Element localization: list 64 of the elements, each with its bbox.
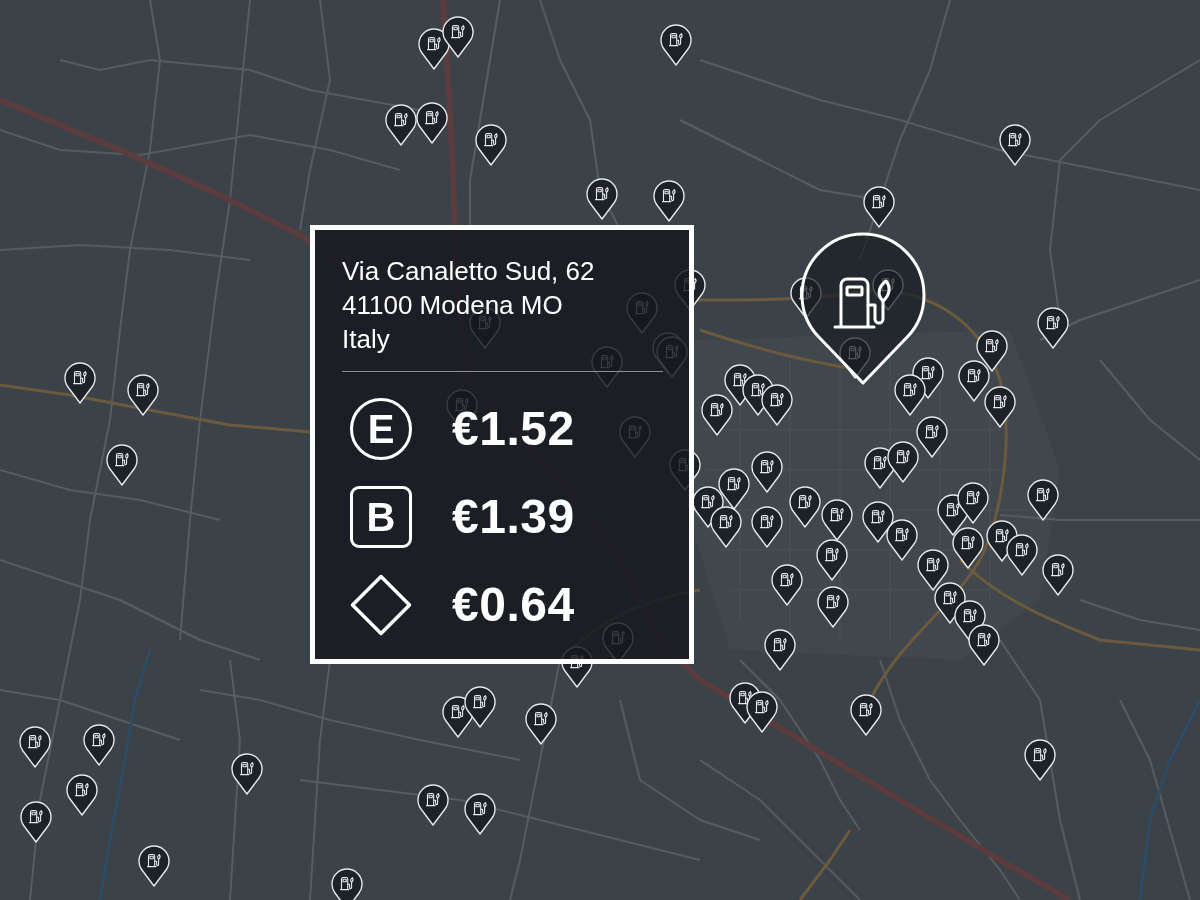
fuel-pin-icon[interactable]: [951, 527, 985, 570]
fuel-pin-icon[interactable]: [763, 629, 797, 672]
fuel-pin-icon[interactable]: [65, 774, 99, 817]
fuel-pin-icon[interactable]: [956, 482, 990, 525]
fuel-pin-icon[interactable]: [750, 451, 784, 494]
fuel-pin-icon[interactable]: [105, 444, 139, 487]
fuel-pin-icon[interactable]: [998, 124, 1032, 167]
fuel-pin-icon[interactable]: [815, 539, 849, 582]
fuel-pin-icon[interactable]: [137, 845, 171, 888]
fuel-pin-icon[interactable]: [798, 231, 928, 386]
fuel-pin-icon[interactable]: [967, 624, 1001, 667]
fuel-pin-icon[interactable]: [415, 102, 449, 145]
fuel-pin-icon[interactable]: [384, 104, 418, 147]
fuel-pin-icon[interactable]: [126, 374, 160, 417]
fuel-pin-icon[interactable]: [659, 24, 693, 67]
diamond-icon: [350, 574, 412, 636]
fuel-pin-icon[interactable]: [18, 726, 52, 769]
fuel-pin-icon[interactable]: [886, 441, 920, 484]
fuel-pin-icon[interactable]: [820, 499, 854, 542]
fuel-pin-icon[interactable]: [760, 384, 794, 427]
fuel-pin-icon[interactable]: [916, 549, 950, 592]
fuel-pin-icon[interactable]: [816, 586, 850, 629]
address-line: 41100 Modena MO: [342, 289, 563, 322]
fuel-pin-icon[interactable]: [585, 178, 619, 221]
fuel-pin-icon[interactable]: [1026, 479, 1060, 522]
fuel-type-badge: E: [350, 398, 412, 460]
fuel-price: €1.39: [452, 489, 575, 545]
fuel-pin-icon[interactable]: [788, 486, 822, 529]
fuel-pin-icon[interactable]: [709, 506, 743, 549]
fuel-pin-icon[interactable]: [915, 416, 949, 459]
fuel-pin-icon[interactable]: [474, 124, 508, 167]
fuel-pin-icon[interactable]: [1005, 534, 1039, 577]
fuel-type-badge: B: [350, 486, 412, 548]
fuel-pin-icon[interactable]: [1023, 739, 1057, 782]
fuel-pin-icon[interactable]: [524, 703, 558, 746]
fuel-pin-icon[interactable]: [230, 753, 264, 796]
fuel-pin-icon[interactable]: [82, 724, 116, 767]
fuel-pin-icon[interactable]: [885, 519, 919, 562]
fuel-pin-icon[interactable]: [416, 784, 450, 827]
fuel-pin-icon[interactable]: [652, 180, 686, 223]
fuel-pin-icon[interactable]: [745, 691, 779, 734]
address-line: Via Canaletto Sud, 62: [342, 255, 595, 288]
fuel-pin-icon[interactable]: [893, 374, 927, 417]
fuel-pin-icon[interactable]: [862, 186, 896, 229]
address-line: Italy: [342, 323, 390, 356]
fuel-pin-icon[interactable]: [861, 501, 895, 544]
fuel-pin-icon[interactable]: [975, 330, 1009, 373]
fuel-pin-icon[interactable]: [957, 360, 991, 403]
fuel-pin-icon[interactable]: [19, 801, 53, 844]
fuel-pin-icon[interactable]: [983, 386, 1017, 429]
fuel-pin-icon[interactable]: [1041, 554, 1075, 597]
fuel-price: €0.64: [452, 577, 575, 633]
fuel-pin-icon[interactable]: [717, 468, 751, 511]
fuel-price: €1.52: [452, 401, 575, 457]
fuel-pin-icon[interactable]: [770, 564, 804, 607]
fuel-pin-icon[interactable]: [750, 506, 784, 549]
fuel-pin-icon[interactable]: [1036, 307, 1070, 350]
fuel-pin-icon[interactable]: [849, 694, 883, 737]
fuel-pin-icon[interactable]: [330, 868, 364, 900]
fuel-pin-icon[interactable]: [441, 16, 475, 59]
fuel-pin-icon[interactable]: [700, 394, 734, 437]
fuel-pin-icon[interactable]: [63, 362, 97, 405]
fuel-pin-icon[interactable]: [463, 793, 497, 836]
fuel-pin-icon[interactable]: [463, 686, 497, 729]
